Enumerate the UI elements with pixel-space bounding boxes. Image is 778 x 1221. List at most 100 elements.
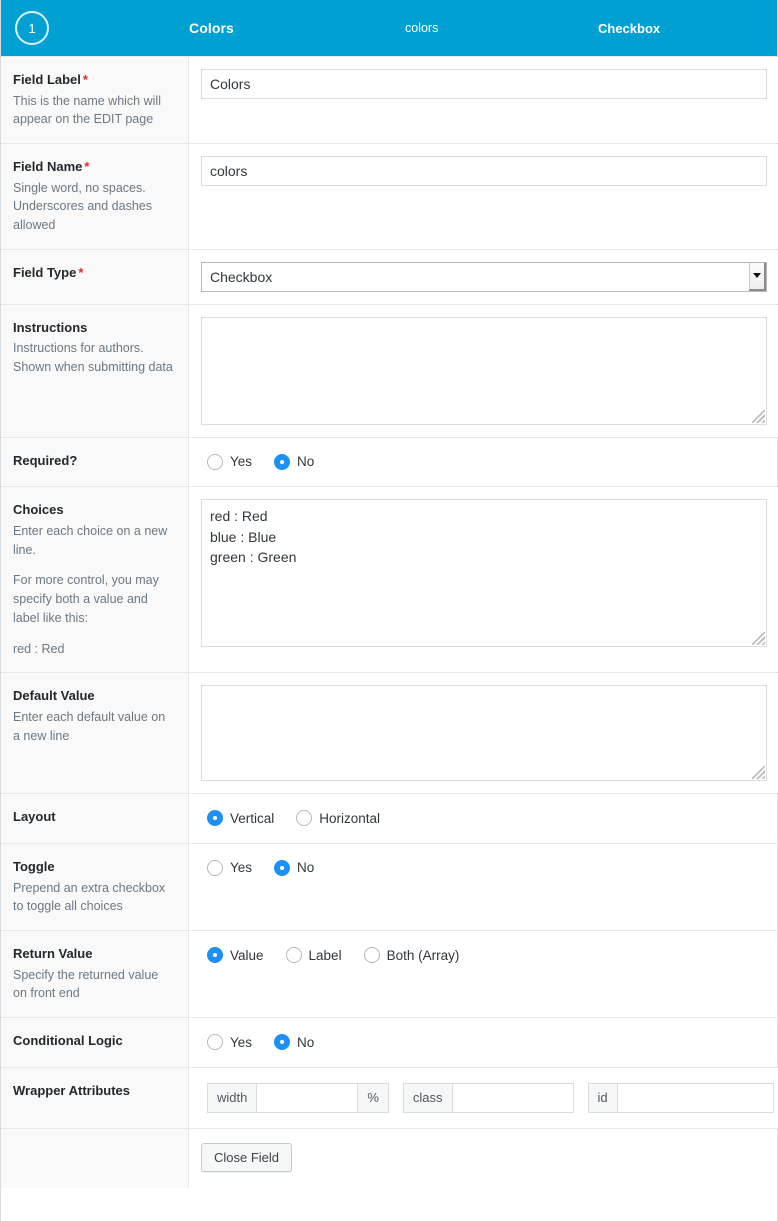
radio-icon bbox=[296, 810, 312, 826]
return-value-title: Return Value bbox=[13, 945, 174, 963]
toggle-title: Toggle bbox=[13, 858, 174, 876]
choices-title: Choices bbox=[13, 501, 174, 519]
header-field-type: Checkbox bbox=[598, 0, 660, 56]
field-label-input-cell bbox=[189, 57, 778, 143]
instructions-textarea-wrapper bbox=[201, 317, 767, 425]
row-required: Required? Yes No bbox=[1, 437, 777, 487]
toggle-radio-no-label: No bbox=[297, 860, 314, 875]
instructions-title: Instructions bbox=[13, 319, 174, 337]
choices-description-1: Enter each choice on a new line. bbox=[13, 522, 174, 560]
default-value-textarea[interactable] bbox=[201, 685, 767, 781]
field-label-label-cell: Field Label* This is the name which will… bbox=[1, 57, 189, 143]
wrapper-attributes-inputs-cell: width % class id bbox=[189, 1068, 778, 1128]
radio-selected-icon bbox=[274, 860, 290, 876]
instructions-textarea[interactable] bbox=[201, 317, 767, 425]
required-radio-group: Yes No bbox=[201, 450, 765, 472]
field-order-badge: 1 bbox=[15, 11, 49, 45]
field-label-input[interactable] bbox=[201, 69, 767, 99]
return-value-radio-value[interactable]: Value bbox=[207, 947, 264, 963]
return-value-radio-label[interactable]: Label bbox=[286, 947, 342, 963]
return-value-radio-both[interactable]: Both (Array) bbox=[364, 947, 460, 963]
required-options-cell: Yes No bbox=[189, 438, 777, 487]
field-label-description: This is the name which will appear on th… bbox=[13, 92, 174, 130]
choices-description-3: red : Red bbox=[13, 640, 174, 659]
wrapper-width-input[interactable] bbox=[257, 1084, 357, 1112]
toggle-description: Prepend an extra checkbox to toggle all … bbox=[13, 879, 174, 917]
toggle-radio-no[interactable]: No bbox=[274, 860, 314, 876]
toggle-radio-yes[interactable]: Yes bbox=[207, 860, 252, 876]
layout-title: Layout bbox=[13, 808, 174, 826]
row-wrapper-attributes: Wrapper Attributes width % class id bbox=[1, 1067, 777, 1128]
required-radio-no[interactable]: No bbox=[274, 454, 314, 470]
field-type-select-wrapper: Checkbox bbox=[201, 262, 767, 292]
conditional-logic-radio-yes[interactable]: Yes bbox=[207, 1034, 252, 1050]
field-name-description: Single word, no spaces. Underscores and … bbox=[13, 179, 174, 235]
return-value-options-cell: Value Label Both (Array) bbox=[189, 931, 777, 1017]
return-value-radio-label-label: Label bbox=[309, 948, 342, 963]
return-value-description: Specify the returned value on front end bbox=[13, 966, 174, 1004]
header-field-label: Colors bbox=[189, 0, 234, 56]
conditional-logic-radio-group: Yes No bbox=[201, 1030, 765, 1052]
radio-selected-icon bbox=[207, 947, 223, 963]
choices-input-cell: red : Red blue : Blue green : Green bbox=[189, 487, 778, 672]
layout-radio-group: Vertical Horizontal bbox=[201, 806, 765, 828]
return-value-radio-value-label: Value bbox=[230, 948, 264, 963]
row-default-value: Default Value Enter each default value o… bbox=[1, 672, 777, 793]
radio-icon bbox=[364, 947, 380, 963]
radio-selected-icon bbox=[274, 1034, 290, 1050]
radio-selected-icon bbox=[207, 810, 223, 826]
choices-textarea[interactable]: red : Red blue : Blue green : Green bbox=[201, 499, 767, 647]
choices-textarea-wrapper: red : Red blue : Blue green : Green bbox=[201, 499, 767, 647]
field-header[interactable]: 1 Colors colors Checkbox bbox=[1, 0, 777, 56]
field-settings-panel: 1 Colors colors Checkbox Field Label* Th… bbox=[0, 0, 778, 1221]
wrapper-attributes-title: Wrapper Attributes bbox=[13, 1082, 174, 1100]
field-label-title: Field Label* bbox=[13, 71, 174, 89]
wrapper-width-group: width % bbox=[207, 1083, 389, 1113]
row-layout: Layout Vertical Horizontal bbox=[1, 793, 777, 843]
field-type-select[interactable]: Checkbox bbox=[201, 262, 767, 292]
row-choices: Choices Enter each choice on a new line.… bbox=[1, 486, 777, 672]
return-value-radio-both-label: Both (Array) bbox=[387, 948, 460, 963]
default-value-textarea-wrapper bbox=[201, 685, 767, 781]
required-radio-yes[interactable]: Yes bbox=[207, 454, 252, 470]
conditional-logic-radio-no[interactable]: No bbox=[274, 1034, 314, 1050]
toggle-label-cell: Toggle Prepend an extra checkbox to togg… bbox=[1, 844, 189, 930]
radio-icon bbox=[286, 947, 302, 963]
required-asterisk: * bbox=[76, 265, 83, 280]
layout-label-cell: Layout bbox=[1, 794, 189, 843]
layout-radio-vertical[interactable]: Vertical bbox=[207, 810, 274, 826]
toggle-radio-yes-label: Yes bbox=[230, 860, 252, 875]
radio-icon bbox=[207, 1034, 223, 1050]
row-field-type: Field Type* Checkbox bbox=[1, 249, 777, 304]
choices-description-2: For more control, you may specify both a… bbox=[13, 571, 174, 627]
required-asterisk: * bbox=[81, 72, 88, 87]
field-type-label-cell: Field Type* bbox=[1, 250, 189, 304]
layout-radio-horizontal[interactable]: Horizontal bbox=[296, 810, 380, 826]
wrapper-id-input[interactable] bbox=[618, 1084, 773, 1112]
layout-radio-horizontal-label: Horizontal bbox=[319, 811, 380, 826]
close-field-button[interactable]: Close Field bbox=[201, 1143, 292, 1172]
field-name-label-cell: Field Name* Single word, no spaces. Unde… bbox=[1, 144, 189, 249]
required-radio-yes-label: Yes bbox=[230, 454, 252, 469]
required-radio-no-label: No bbox=[297, 454, 314, 469]
wrapper-width-addon: width bbox=[208, 1084, 257, 1112]
conditional-logic-label-cell: Conditional Logic bbox=[1, 1018, 189, 1067]
choices-label-cell: Choices Enter each choice on a new line.… bbox=[1, 487, 189, 672]
row-field-name: Field Name* Single word, no spaces. Unde… bbox=[1, 143, 777, 249]
default-value-label-cell: Default Value Enter each default value o… bbox=[1, 673, 189, 793]
return-value-label-cell: Return Value Specify the returned value … bbox=[1, 931, 189, 1017]
wrapper-percent-addon: % bbox=[357, 1084, 388, 1112]
wrapper-attributes-row: width % class id bbox=[201, 1080, 778, 1116]
field-type-select-cell: Checkbox bbox=[189, 250, 778, 304]
wrapper-class-input[interactable] bbox=[453, 1084, 573, 1112]
layout-options-cell: Vertical Horizontal bbox=[189, 794, 777, 843]
layout-radio-vertical-label: Vertical bbox=[230, 811, 274, 826]
field-name-title: Field Name* bbox=[13, 158, 174, 176]
required-asterisk: * bbox=[82, 159, 89, 174]
required-label-cell: Required? bbox=[1, 438, 189, 487]
radio-selected-icon bbox=[274, 454, 290, 470]
radio-icon bbox=[207, 860, 223, 876]
wrapper-id-group: id bbox=[588, 1083, 774, 1113]
field-name-input[interactable] bbox=[201, 156, 767, 186]
actions-label-cell bbox=[1, 1129, 189, 1188]
